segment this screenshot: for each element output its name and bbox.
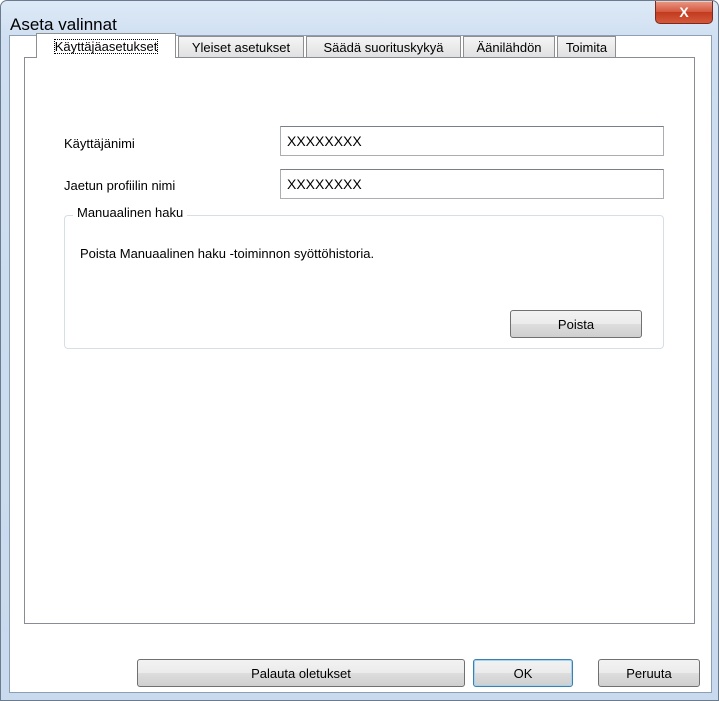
cancel-button[interactable]: Peruuta bbox=[598, 659, 700, 687]
restore-defaults-button[interactable]: Palauta oletukset bbox=[137, 659, 465, 687]
window-title: Aseta valinnat bbox=[10, 15, 117, 34]
ok-button[interactable]: OK bbox=[473, 659, 573, 687]
manual-search-description: Poista Manuaalinen haku -toiminnon syött… bbox=[80, 246, 375, 261]
delete-history-button[interactable]: Poista bbox=[510, 310, 642, 338]
manual-search-group-title: Manuaalinen haku bbox=[73, 205, 188, 220]
tab-general-settings[interactable]: Yleiset asetukset bbox=[178, 36, 304, 57]
tab-performance[interactable]: Säädä suorituskykyä bbox=[306, 36, 461, 57]
close-icon: X bbox=[679, 4, 689, 20]
tab-user-settings[interactable]: Käyttäjäasetukset bbox=[36, 33, 176, 58]
close-button[interactable]: X bbox=[655, 1, 713, 24]
shared-profile-field[interactable]: XXXXXXXX bbox=[280, 169, 664, 199]
tab-deliver[interactable]: Toimita bbox=[557, 36, 616, 57]
username-label: Käyttäjänimi bbox=[64, 136, 135, 151]
tab-general-settings-label: Yleiset asetukset bbox=[191, 40, 291, 55]
tab-user-settings-label: Käyttäjäasetukset bbox=[53, 39, 159, 54]
tab-deliver-label: Toimita bbox=[565, 40, 608, 55]
tab-performance-label: Säädä suorituskykyä bbox=[323, 40, 444, 55]
tab-audio-output-label: Äänilähdön bbox=[476, 40, 542, 55]
shared-profile-label: Jaetun profiilin nimi bbox=[64, 178, 176, 193]
username-field[interactable]: XXXXXXXX bbox=[280, 126, 664, 156]
tab-audio-output[interactable]: Äänilähdön bbox=[463, 36, 555, 57]
